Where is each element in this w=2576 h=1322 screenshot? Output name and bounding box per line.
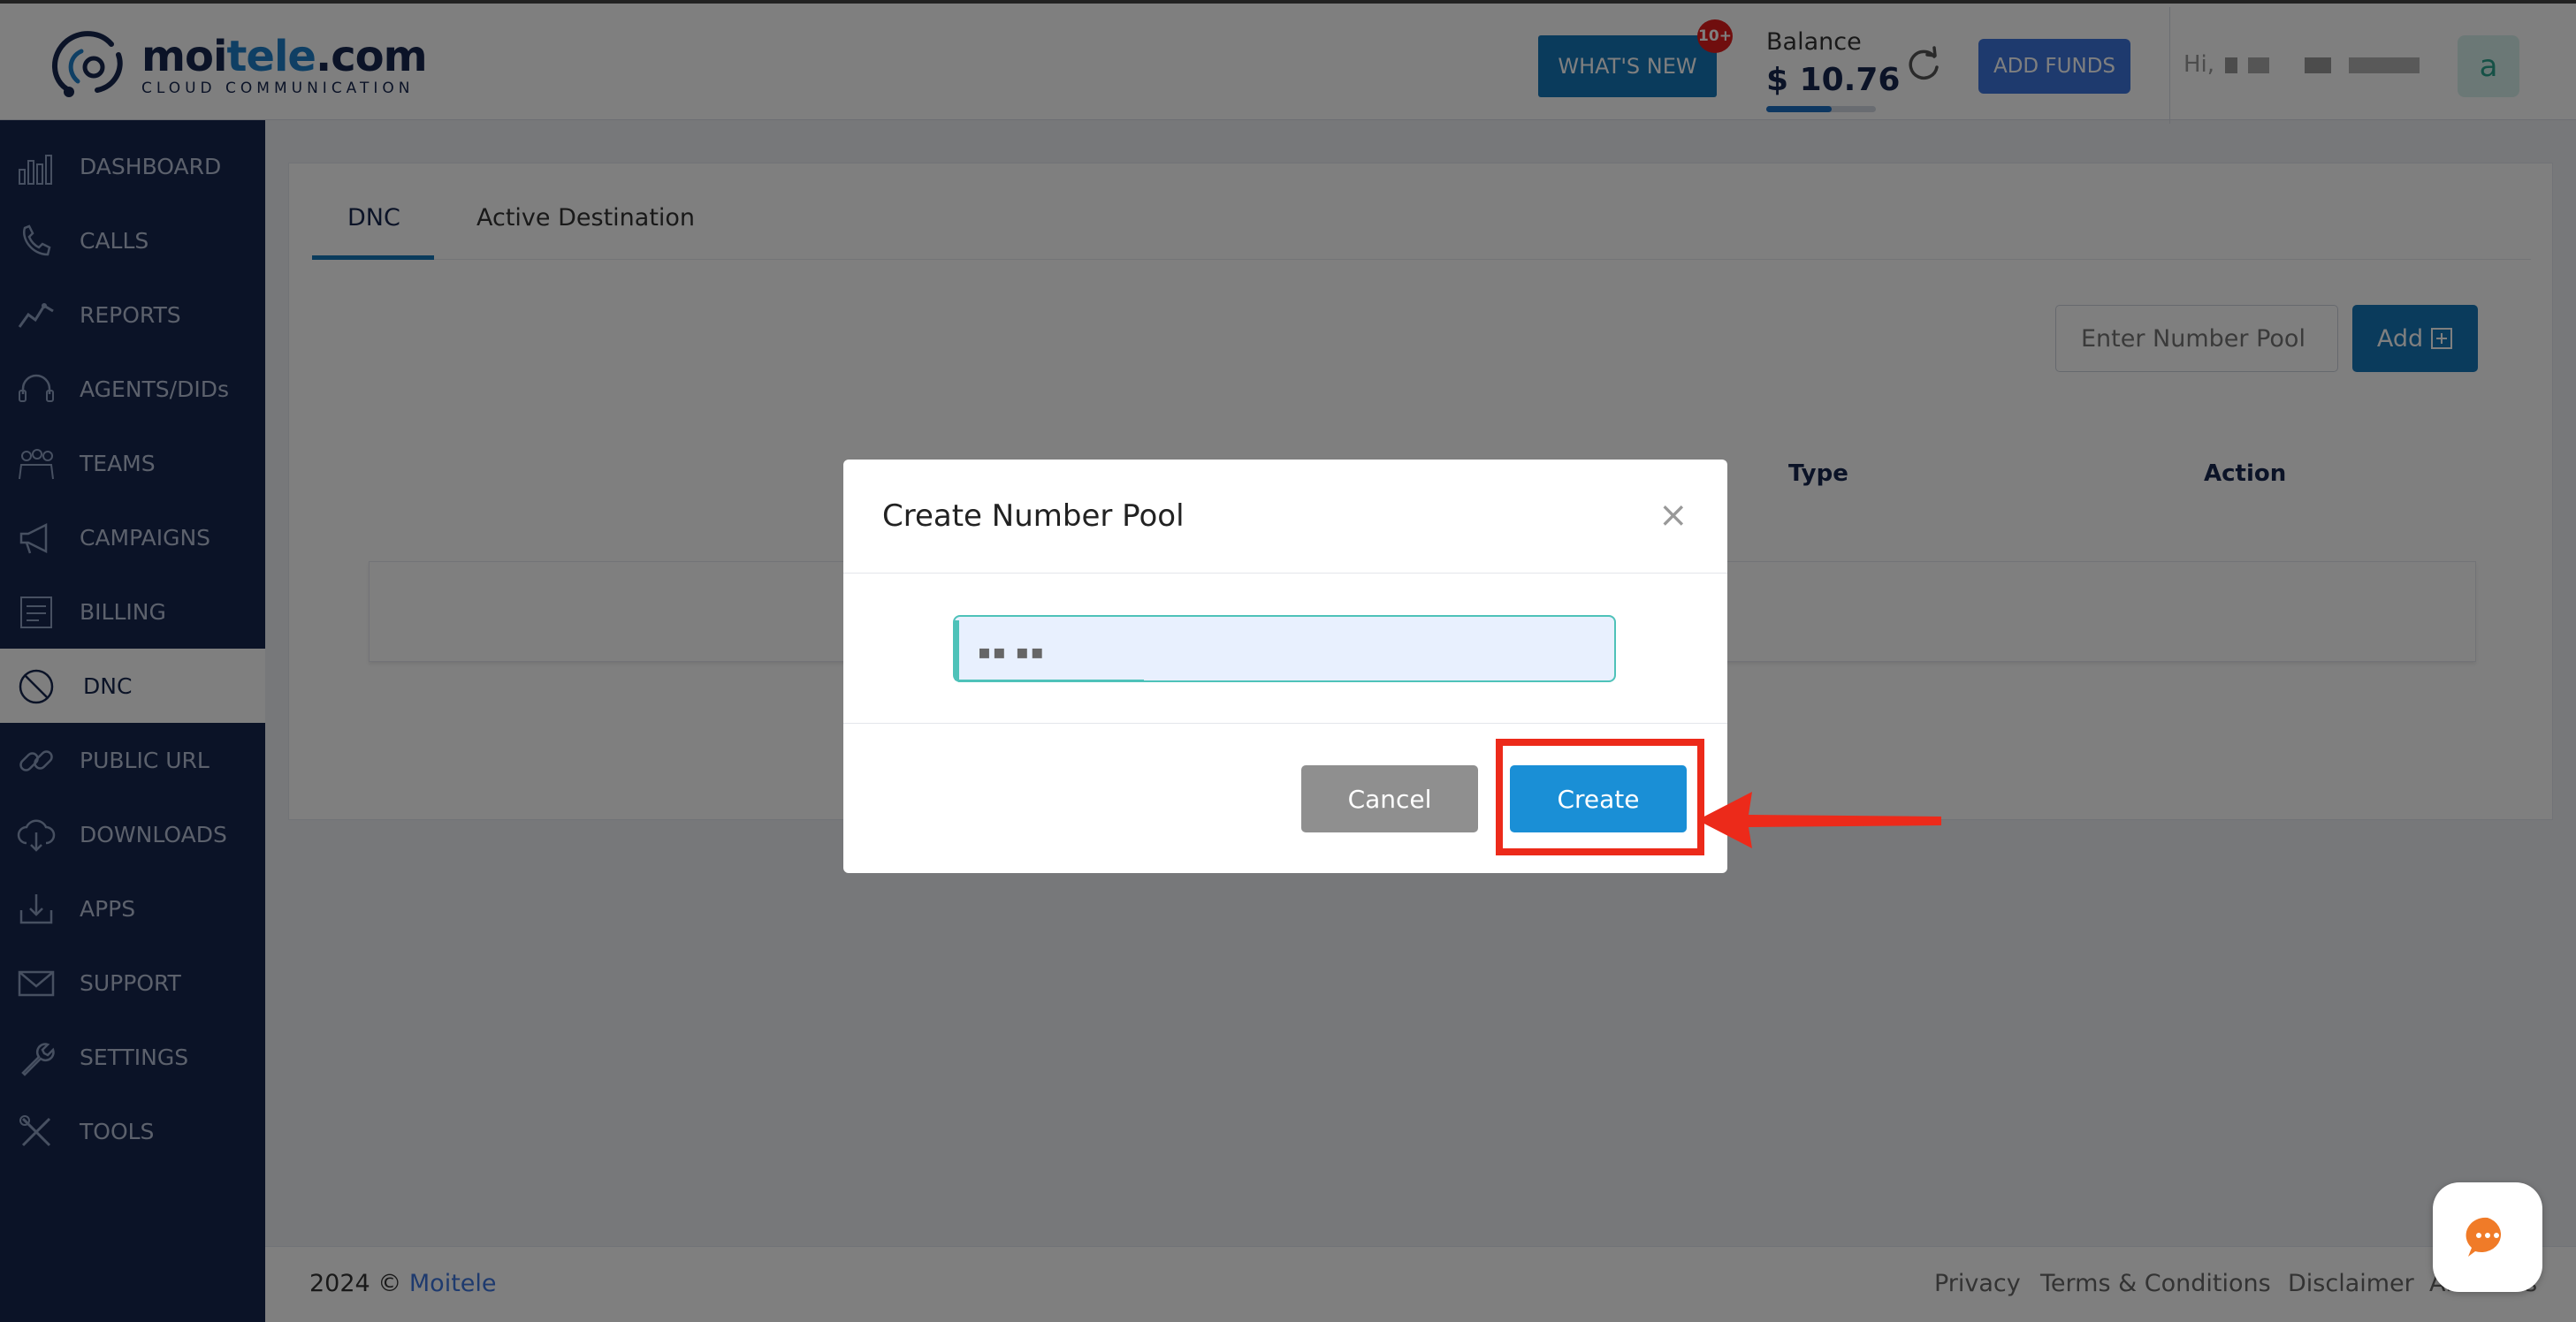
modal-divider bbox=[843, 573, 1727, 574]
input-focus-bar bbox=[955, 620, 959, 680]
modal-title: Create Number Pool bbox=[882, 498, 1185, 534]
input-underline bbox=[958, 680, 1144, 682]
chat-button[interactable] bbox=[2433, 1182, 2542, 1292]
red-arrow-icon bbox=[1697, 792, 1941, 848]
number-pool-name-input[interactable]: ▪▪ ▪▪ bbox=[953, 615, 1616, 682]
modal-divider bbox=[843, 723, 1727, 724]
cancel-button[interactable]: Cancel bbox=[1301, 765, 1478, 832]
input-value: ▪▪ ▪▪ bbox=[978, 642, 1046, 664]
highlight-box bbox=[1496, 739, 1704, 855]
chat-bubble-icon bbox=[2465, 1217, 2502, 1257]
close-icon[interactable]: × bbox=[1658, 495, 1688, 536]
